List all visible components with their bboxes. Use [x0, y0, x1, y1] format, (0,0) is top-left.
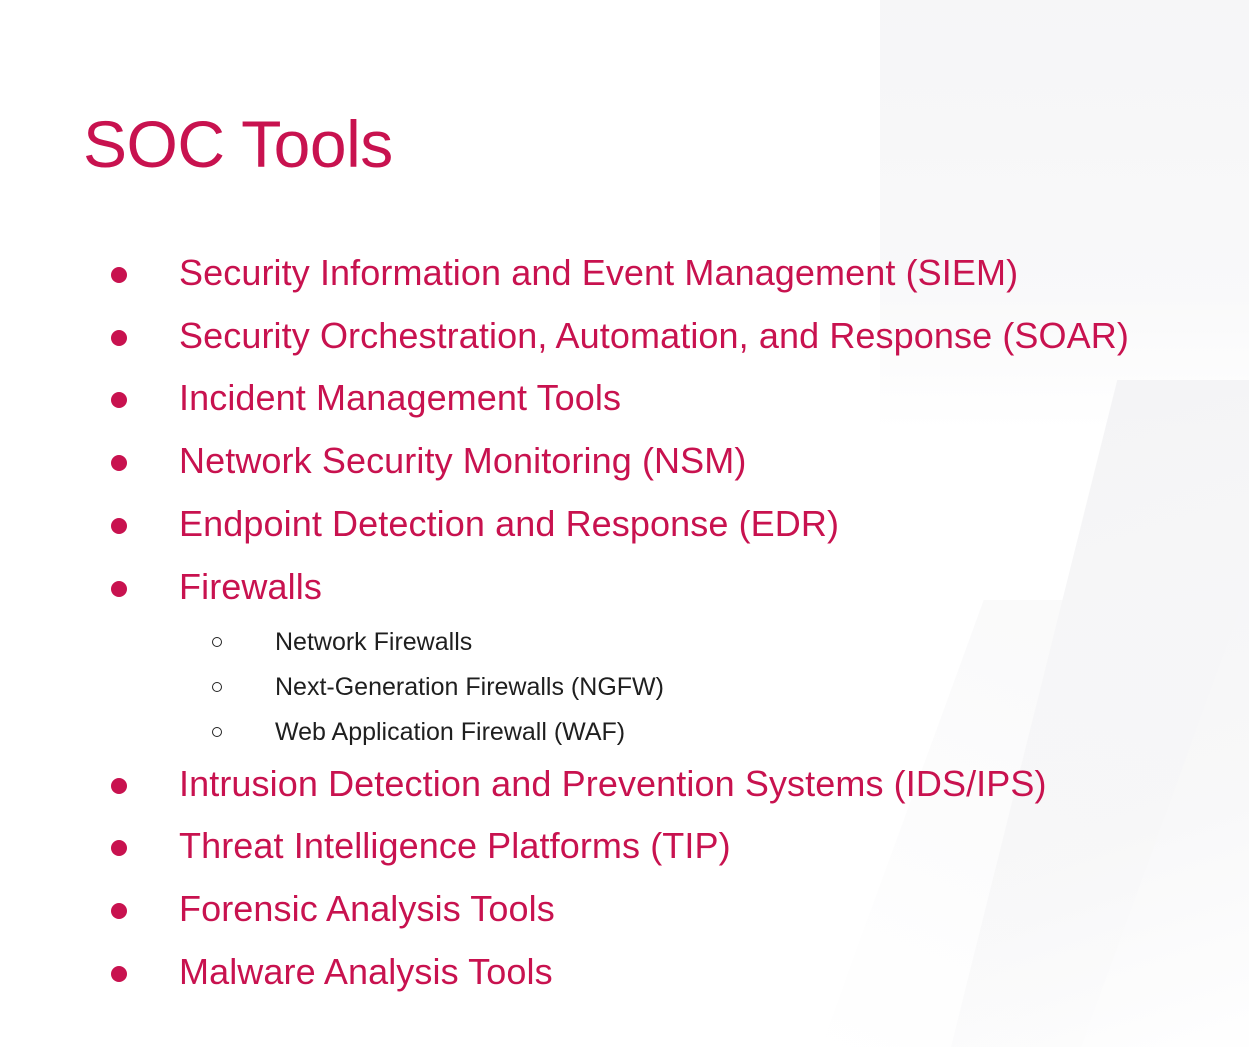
- background-decoration: [942, 380, 1249, 1047]
- list-item-label: Security Orchestration, Automation, and …: [179, 315, 1129, 356]
- list-item-label: Intrusion Detection and Prevention Syste…: [179, 763, 1047, 804]
- list-item-label: Network Security Monitoring (NSM): [179, 440, 747, 481]
- sub-list-item-label: Web Application Firewall (WAF): [275, 718, 626, 746]
- list-item-label: Threat Intelligence Platforms (TIP): [179, 825, 731, 866]
- list-item-label: Firewalls: [179, 566, 322, 607]
- list-item-label: Endpoint Detection and Response (EDR): [179, 503, 840, 544]
- background-decoration: [816, 600, 1244, 1047]
- hollow-bullet-icon: [212, 682, 222, 692]
- list-item-label: Forensic Analysis Tools: [179, 888, 555, 929]
- sub-list-item-label: Network Firewalls: [275, 628, 473, 656]
- sub-list-item-label: Next-Generation Firewalls (NGFW): [275, 673, 664, 701]
- bullet-icon: [111, 330, 127, 346]
- bullet-icon: [111, 392, 127, 408]
- bullet-icon: [111, 518, 127, 534]
- bullet-icon: [111, 778, 127, 794]
- background-decoration: [880, 0, 1249, 430]
- bullet-icon: [111, 903, 127, 919]
- bullet-icon: [111, 455, 127, 471]
- list-item-label: Incident Management Tools: [179, 377, 622, 418]
- bullet-icon: [111, 840, 127, 856]
- list-item-label: Security Information and Event Managemen…: [179, 252, 1019, 293]
- hollow-bullet-icon: [212, 637, 222, 647]
- hollow-bullet-icon: [212, 727, 222, 737]
- list-item-label: Malware Analysis Tools: [179, 951, 553, 992]
- bullet-icon: [111, 267, 127, 283]
- slide: SOC Tools Security Information and Event…: [0, 0, 1249, 1047]
- bullet-icon: [111, 966, 127, 982]
- slide-title: SOC Tools: [83, 107, 393, 181]
- bullet-icon: [111, 581, 127, 597]
